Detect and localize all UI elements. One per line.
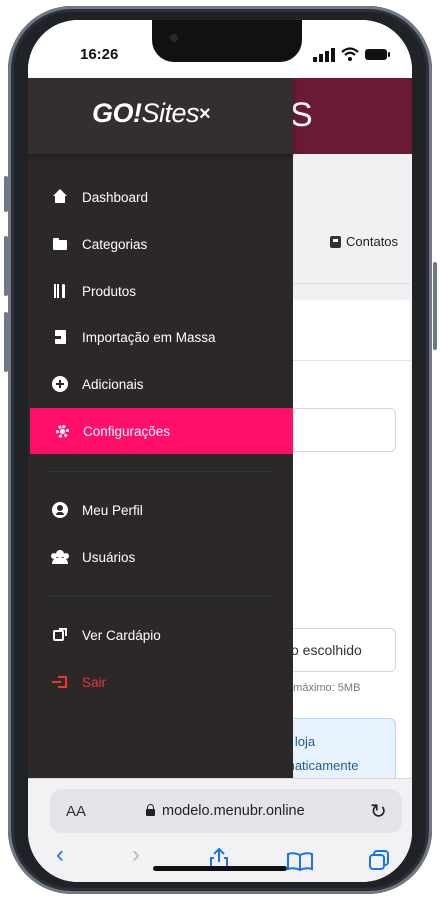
logo-x: × — [199, 103, 211, 125]
text-size-button[interactable]: AA — [66, 803, 86, 820]
gear-icon — [56, 424, 69, 438]
sidebar-item-label: Categorias — [82, 236, 148, 252]
status-bar: 16:26 — [28, 20, 412, 78]
camera-icon — [170, 34, 178, 42]
external-link-icon — [52, 627, 68, 643]
side-button-power — [433, 262, 437, 350]
sidebar-item-usuarios[interactable]: Usuários — [28, 534, 293, 580]
sidebar-divider — [48, 471, 272, 472]
signal-icon — [313, 48, 335, 62]
sidebar-item-label: Dashboard — [82, 189, 149, 205]
sidebar-item-adicionais[interactable]: Adicionais — [28, 361, 293, 407]
card-divider — [290, 360, 410, 361]
file-size-hint: o máximo: 5MB — [284, 682, 361, 694]
bookmarks-icon[interactable] — [286, 851, 314, 871]
sidebar-item-label: Adicionais — [82, 376, 144, 392]
file-import-icon — [52, 329, 68, 345]
sidebar-item-dashboard[interactable]: Dashboard — [28, 174, 293, 220]
users-icon — [52, 549, 68, 565]
gosites-logo[interactable]: GO!Sites× — [92, 98, 211, 129]
background-header-text: S — [290, 96, 313, 134]
sidebar-item-importacao[interactable]: Importação em Massa — [28, 314, 293, 360]
tabs-icon[interactable] — [368, 849, 390, 871]
sidebar-item-label: Usuários — [82, 549, 136, 565]
drawer-header: GO!Sites× — [28, 78, 293, 154]
phone-screen: 16:26 S s Contatos vo escolhido o máximo… — [28, 20, 412, 882]
sidebar-item-label: Produtos — [82, 283, 137, 299]
notch — [152, 20, 302, 62]
sign-out-icon — [52, 674, 68, 690]
sidebar-item-categorias[interactable]: Categorias — [28, 221, 293, 267]
battery-icon — [365, 49, 390, 60]
back-icon[interactable]: ‹ — [56, 841, 64, 869]
side-button-volume-up — [4, 236, 8, 296]
side-button-volume-down — [4, 312, 8, 372]
address-book-icon — [330, 235, 341, 248]
plus-circle-icon — [52, 376, 68, 392]
user-circle-icon — [52, 502, 68, 518]
sidebar-item-label: Meu Perfil — [82, 502, 143, 518]
sidebar-item-produtos[interactable]: Produtos — [28, 268, 293, 314]
sidebar-item-configuracoes[interactable]: Configurações — [30, 408, 293, 454]
address-bar[interactable]: AA modelo.menubr.online ↻ — [50, 789, 402, 833]
info-alert-line2: maticamente — [284, 758, 359, 773]
tab-contatos[interactable]: Contatos — [330, 234, 398, 249]
reload-icon[interactable]: ↻ — [370, 799, 387, 824]
forward-icon[interactable]: › — [132, 841, 140, 869]
folder-icon — [52, 236, 68, 252]
url-text: modelo.menubr.online — [162, 803, 305, 819]
logo-sites: Sites — [141, 98, 200, 128]
home-indicator[interactable] — [153, 866, 287, 871]
sidebar-item-label: Importação em Massa — [82, 329, 216, 345]
sidebar-item-meu-perfil[interactable]: Meu Perfil — [28, 487, 293, 533]
sidebar-item-sair[interactable]: Sair — [28, 659, 293, 705]
sidebar-item-ver-cardapio[interactable]: Ver Cardápio — [28, 612, 293, 658]
wifi-icon — [341, 47, 359, 61]
sidebar-item-label: Sair — [82, 674, 107, 690]
tabs-divider — [290, 283, 410, 284]
utensils-icon — [52, 283, 68, 299]
sidebar-drawer: GO!Sites× Dashboard Categorias Produtos … — [28, 78, 293, 778]
lock-icon — [146, 804, 155, 816]
file-input-text: vo escolhido — [284, 642, 362, 658]
sidebar-divider — [48, 596, 272, 597]
status-time: 16:26 — [80, 46, 119, 63]
tab-contatos-label: Contatos — [346, 234, 399, 249]
side-button-mute — [4, 176, 8, 212]
home-icon — [52, 189, 68, 205]
sidebar-item-label: Ver Cardápio — [82, 627, 161, 643]
sidebar-item-label: Configurações — [83, 423, 171, 439]
logo-go: GO! — [92, 98, 142, 128]
